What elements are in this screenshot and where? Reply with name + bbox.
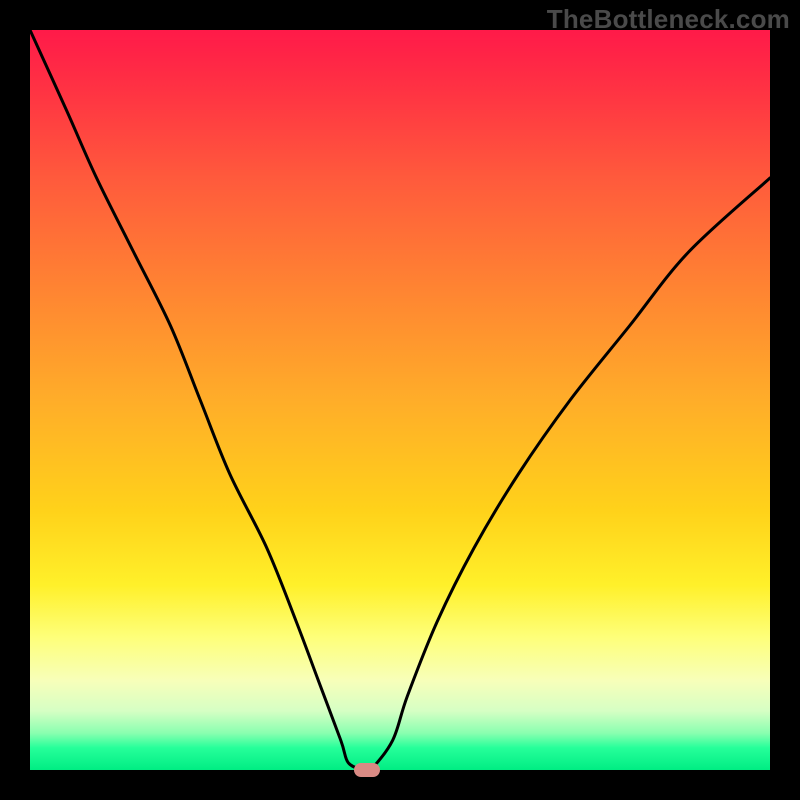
optimal-marker-icon bbox=[354, 763, 380, 777]
plot-area bbox=[30, 30, 770, 770]
bottleneck-curve bbox=[30, 30, 770, 770]
chart-frame: TheBottleneck.com bbox=[0, 0, 800, 800]
